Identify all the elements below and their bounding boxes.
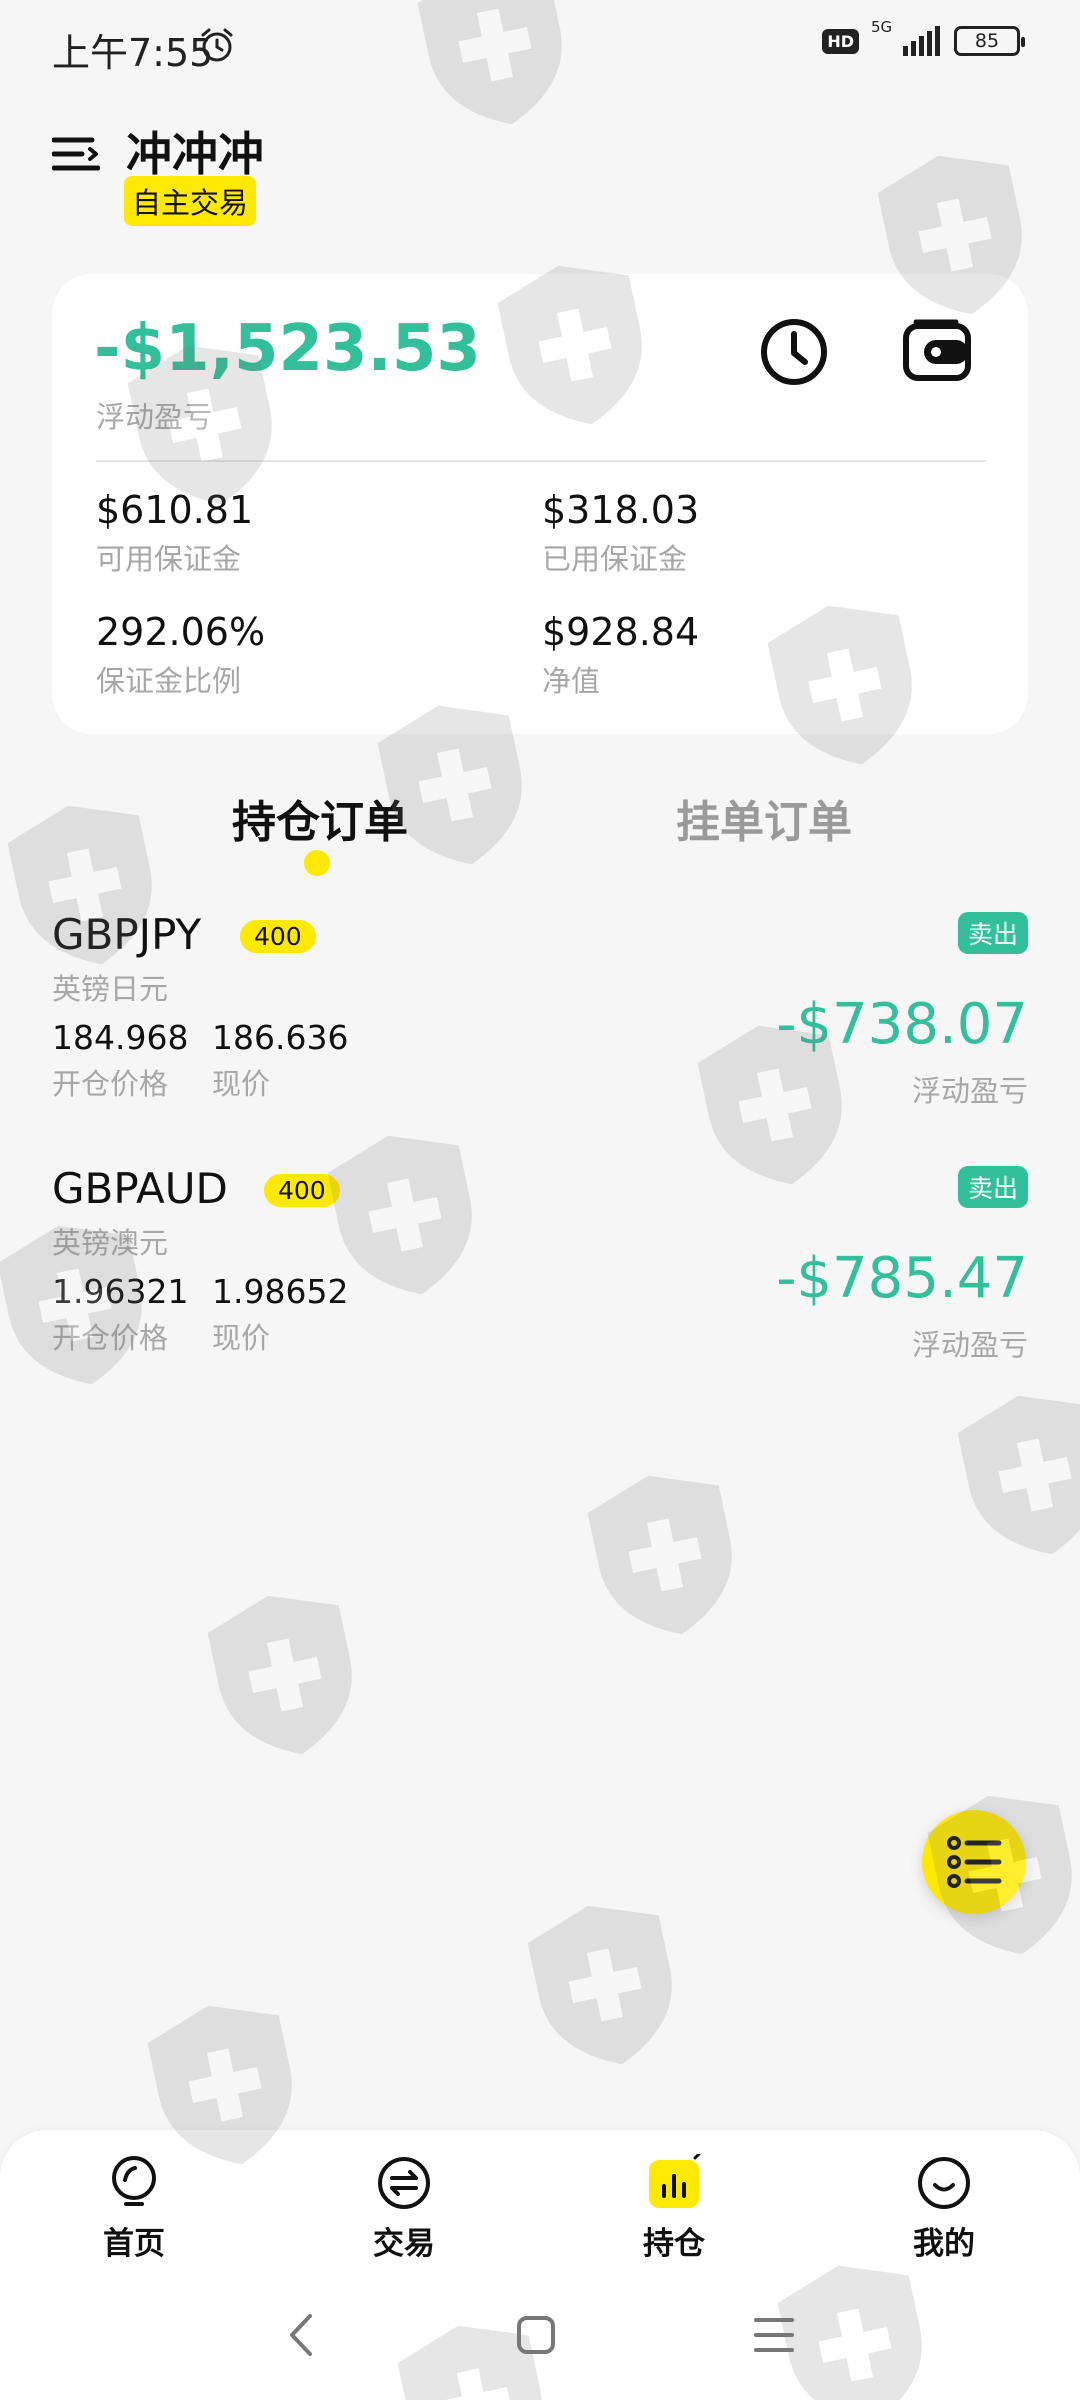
equity: $928.84 净值 — [542, 610, 699, 700]
position-pl-label: 浮动盈亏 — [911, 1328, 1028, 1362]
battery-level: 85 — [974, 30, 1000, 52]
open-price-label: 开仓价格 — [52, 1321, 169, 1355]
current-price: 1.98652 现价 — [212, 1272, 348, 1357]
status-bar: 上午7:55 HD 5G 85 — [0, 0, 1080, 90]
history-clock-icon[interactable] — [758, 316, 830, 388]
margin-ratio-label: 保证金比例 — [96, 664, 242, 698]
used-margin: $318.03 已用保证金 — [542, 488, 699, 578]
tab-pending-orders[interactable]: 挂单订单 — [676, 786, 852, 850]
tab-positions[interactable]: 持仓订单 — [232, 786, 408, 850]
available-margin-value: $610.81 — [96, 488, 254, 532]
used-margin-value: $318.03 — [542, 488, 700, 532]
available-margin: $610.81 可用保证金 — [96, 488, 253, 578]
system-recents-icon[interactable] — [752, 2310, 796, 2360]
open-price-label: 开仓价格 — [52, 1067, 169, 1101]
network-type: 5G — [871, 18, 893, 36]
position-lot-badge: 400 — [240, 920, 316, 953]
signal-strength-icon: 5G — [871, 18, 940, 56]
current-price-label: 现价 — [212, 1067, 271, 1101]
system-home-icon[interactable] — [514, 2310, 558, 2360]
bottom-nav: 首页 交易 持仓 我的 — [0, 2130, 1080, 2400]
nav-label: 首页 — [103, 2226, 165, 2262]
menu-icon[interactable] — [52, 134, 100, 174]
bulb-icon — [112, 2156, 156, 2206]
nav-label: 我的 — [913, 2226, 975, 2262]
order-list-fab[interactable] — [922, 1810, 1026, 1914]
positions-chart-icon — [649, 2154, 701, 2208]
position-pl-value: -$738.07 — [776, 992, 1028, 1057]
open-price: 184.968 开仓价格 — [52, 1018, 188, 1103]
profile-smile-icon — [918, 2157, 970, 2209]
used-margin-label: 已用保证金 — [542, 542, 688, 576]
position-name: 英镑澳元 — [52, 1226, 169, 1260]
position-symbol: GBPAUD — [52, 1164, 228, 1213]
margin-ratio: 292.06% 保证金比例 — [96, 610, 265, 700]
status-icons: HD 5G 85 — [822, 18, 1025, 56]
list-icon — [947, 1836, 1002, 1888]
sell-side-badge: 卖出 — [957, 1166, 1028, 1208]
position-pl-value: -$785.47 — [776, 1246, 1028, 1311]
position-pl-label: 浮动盈亏 — [911, 1074, 1028, 1108]
position-symbol: GBPJPY — [52, 910, 202, 959]
position-lot-badge: 400 — [264, 1174, 340, 1207]
status-time: 上午7:55 — [52, 31, 214, 75]
position-name: 英镑日元 — [52, 972, 169, 1006]
nav-item-profile[interactable]: 我的 — [874, 2154, 1014, 2263]
nav-item-positions[interactable]: 持仓 — [604, 2154, 744, 2263]
available-margin-label: 可用保证金 — [96, 542, 242, 576]
open-price-value: 1.96321 — [52, 1272, 189, 1311]
wallet-icon[interactable] — [902, 318, 972, 384]
current-price: 186.636 现价 — [212, 1018, 348, 1103]
equity-value: $928.84 — [542, 610, 700, 654]
nav-label: 交易 — [373, 2226, 435, 2262]
nav-item-home[interactable]: 首页 — [64, 2154, 204, 2263]
nav-label: 持仓 — [643, 2226, 705, 2262]
shield-watermark-icon — [207, 1595, 352, 1755]
account-summary-card: -$1,523.53 浮动盈亏 $610.81 可用保证金 $318.03 已用… — [52, 274, 1028, 734]
nav-item-trade[interactable]: 交易 — [334, 2154, 474, 2263]
system-back-icon[interactable] — [282, 2310, 318, 2360]
exchange-icon — [378, 2157, 430, 2209]
trading-mode-badge: 自主交易 — [124, 176, 257, 226]
floating-pl-label: 浮动盈亏 — [96, 400, 213, 434]
shield-watermark-icon — [957, 1395, 1080, 1555]
floating-pl-total: -$1,523.53 — [94, 312, 481, 386]
card-divider — [96, 460, 986, 462]
current-price-value: 186.636 — [212, 1018, 349, 1057]
current-price-value: 1.98652 — [212, 1272, 349, 1311]
margin-ratio-value: 292.06% — [96, 610, 266, 654]
shield-watermark-icon — [527, 1905, 672, 2065]
equity-label: 净值 — [542, 664, 601, 698]
position-item[interactable]: GBPAUD 400 英镑澳元 1.96321 开仓价格 1.98652 现价 … — [52, 1164, 1028, 1374]
current-price-label: 现价 — [212, 1321, 271, 1355]
position-item[interactable]: GBPJPY 400 英镑日元 184.968 开仓价格 186.636 现价 … — [52, 910, 1028, 1120]
open-price-value: 184.968 — [52, 1018, 189, 1057]
open-price: 1.96321 开仓价格 — [52, 1272, 188, 1357]
battery-icon: 85 — [954, 26, 1025, 56]
account-title: 冲冲冲 — [126, 127, 264, 181]
sell-side-badge: 卖出 — [957, 912, 1028, 954]
alarm-clock-icon — [201, 28, 233, 62]
active-tab-indicator — [304, 850, 330, 876]
hd-badge: HD — [822, 28, 859, 54]
shield-watermark-icon — [587, 1475, 732, 1635]
